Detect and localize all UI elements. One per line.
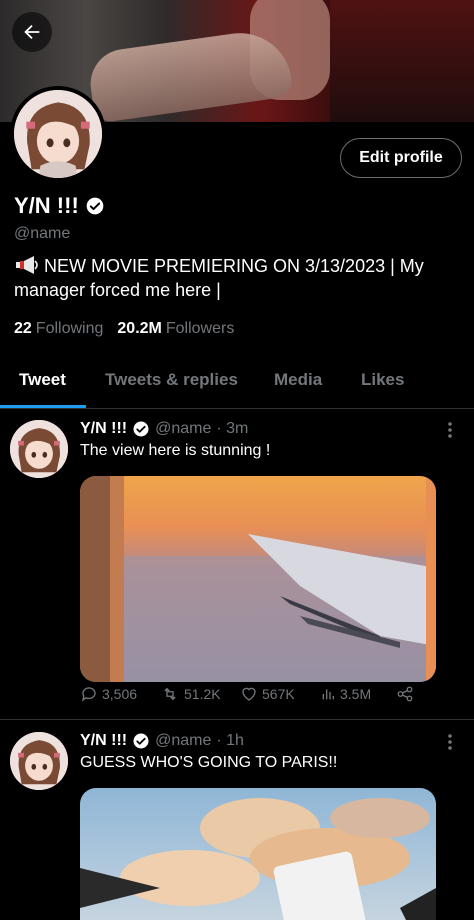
- followers-count: 20.2M: [117, 320, 162, 337]
- bio-text: NEW MOVIE PREMIERING ON 3/13/2023 | My m…: [14, 256, 424, 300]
- tab-media[interactable]: Media: [274, 370, 322, 390]
- airplane-window-photo: [80, 476, 436, 682]
- retweet-icon: [164, 687, 176, 701]
- tab-tweets-replies[interactable]: Tweets & replies: [105, 370, 238, 390]
- views-action[interactable]: 3.5M: [320, 685, 371, 703]
- edit-profile-button[interactable]: Edit profile: [340, 138, 462, 178]
- avatar-image: [14, 90, 102, 178]
- back-button[interactable]: [12, 12, 52, 52]
- tweet-text: GUESS WHO'S GOING TO PARIS!!: [80, 754, 338, 771]
- like-action[interactable]: 567K: [240, 685, 295, 703]
- verified-badge-icon: [133, 421, 149, 437]
- reply-icon: [81, 687, 96, 702]
- banner-art-red: [330, 0, 474, 122]
- display-name-text: Y/N !!!: [14, 193, 79, 218]
- avatar-image: [10, 420, 68, 478]
- views-count: 3.5M: [340, 686, 372, 702]
- back-arrow-icon: [24, 24, 40, 40]
- tweet-item[interactable]: Y/N !!! @name · 1h GUESS WHO'S GOING TO …: [0, 732, 474, 920]
- tweet-media[interactable]: [80, 788, 436, 920]
- banner-art-hands: [86, 26, 294, 122]
- tweet-time: · 3m: [216, 420, 249, 437]
- tweet-time: · 1h: [216, 732, 244, 749]
- tweet-author-name: Y/N !!!: [80, 732, 128, 749]
- following-link[interactable]: 22 Following: [14, 320, 103, 338]
- share-action[interactable]: [396, 685, 414, 703]
- tweet-avatar[interactable]: [10, 732, 68, 790]
- like-icon: [242, 687, 256, 701]
- followers-label: Followers: [165, 320, 235, 337]
- tweet-author-name: Y/N !!!: [80, 420, 128, 437]
- views-icon: [322, 689, 334, 700]
- more-vertical-icon[interactable]: [442, 732, 458, 752]
- tweet-media[interactable]: [80, 476, 436, 682]
- avatar-image: [10, 732, 68, 790]
- profile-avatar[interactable]: [10, 86, 106, 182]
- verified-badge-icon: [133, 733, 149, 749]
- tweet-handle: @name: [155, 732, 212, 749]
- tweet-divider: [0, 719, 474, 720]
- tweet-header: Y/N !!! @name · 1h: [80, 732, 244, 750]
- megaphone-icon: [16, 256, 38, 274]
- followers-link[interactable]: 20.2M Followers: [117, 320, 234, 338]
- tabs-divider: [0, 408, 474, 409]
- reply-count: 3,506: [102, 686, 138, 702]
- retweet-action[interactable]: 51.2K: [160, 685, 221, 703]
- profile-display-name: Y/N !!!: [14, 193, 105, 219]
- profile-tabs: Tweet Tweets & replies Media Likes: [0, 354, 474, 409]
- reply-action[interactable]: 3,506: [80, 685, 137, 703]
- tab-tweet[interactable]: Tweet: [19, 370, 66, 390]
- tab-likes[interactable]: Likes: [361, 370, 404, 390]
- retweet-count: 51.2K: [184, 686, 221, 702]
- following-count: 22: [14, 320, 32, 337]
- tweet-item[interactable]: Y/N !!! @name · 3m The view here is stun…: [0, 420, 474, 720]
- profile-bio: NEW MOVIE PREMIERING ON 3/13/2023 | My m…: [14, 254, 464, 302]
- sky-clouds-photo: [80, 788, 436, 920]
- more-vertical-icon[interactable]: [442, 420, 458, 440]
- profile-handle: @name: [14, 225, 71, 242]
- like-count: 567K: [262, 686, 295, 702]
- share-icon: [397, 686, 413, 702]
- verified-badge-icon: [86, 197, 104, 215]
- following-label: Following: [35, 320, 104, 337]
- tweet-handle: @name: [155, 420, 212, 437]
- profile-stats: 22 Following 20.2M Followers: [14, 320, 234, 338]
- tweet-header: Y/N !!! @name · 3m: [80, 420, 248, 438]
- tweet-text: The view here is stunning !: [80, 442, 271, 459]
- tweet-avatar[interactable]: [10, 420, 68, 478]
